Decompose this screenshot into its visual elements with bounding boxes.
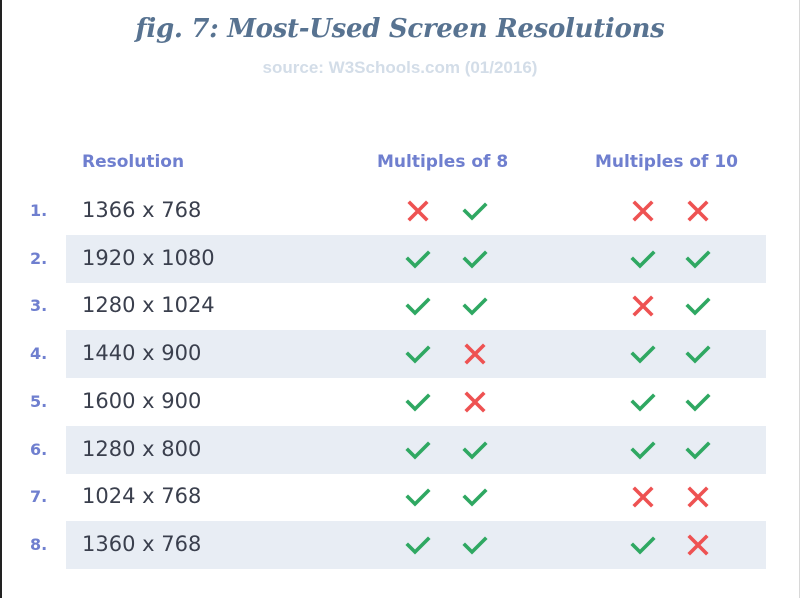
cross-icon <box>630 199 656 223</box>
row-rank: 1. <box>30 201 48 220</box>
check-icon <box>685 342 711 366</box>
check-icon <box>462 485 488 509</box>
figure-source: source: W3Schools.com (01/2016) <box>262 58 538 77</box>
check-icon <box>630 438 656 462</box>
column-header-multiples-of-8: Multiples of 8 <box>377 152 509 172</box>
row-resolution: 1280 x 1024 <box>82 293 215 318</box>
row-rank: 6. <box>30 439 48 459</box>
check-icon <box>630 390 656 414</box>
row-resolution: 1440 x 900 <box>82 341 202 366</box>
check-icon <box>462 199 488 223</box>
table-row: 8. 1360 x 768 <box>0 520 766 569</box>
check-icon <box>462 247 488 271</box>
check-icon <box>462 294 488 318</box>
row-resolution: 1920 x 1080 <box>82 245 215 270</box>
row-resolution: 1366 x 768 <box>82 198 202 222</box>
row-resolution: 1600 x 900 <box>82 388 202 413</box>
row-resolution: 1360 x 768 <box>82 531 202 556</box>
table-row: 7. 1024 x 768 <box>0 473 766 521</box>
check-icon <box>462 438 488 462</box>
cross-icon <box>685 533 711 557</box>
table-row: 4. 1440 x 900 <box>0 330 766 379</box>
row-resolution: 1280 x 800 <box>82 436 202 461</box>
table-row: 1. 1366 x 768 <box>0 187 766 235</box>
table-row: 5. 1600 x 900 <box>0 378 766 426</box>
row-rank: 3. <box>30 296 48 316</box>
check-icon <box>405 485 431 509</box>
check-icon <box>405 294 431 318</box>
check-icon <box>405 438 431 462</box>
check-icon <box>685 390 711 414</box>
column-header-multiples-of-10: Multiples of 10 <box>595 152 739 172</box>
cross-icon <box>685 485 711 509</box>
cross-icon <box>630 294 656 318</box>
check-icon <box>685 247 711 271</box>
table-row: 2. 1920 x 1080 <box>0 234 766 283</box>
table-row: 6. 1280 x 800 <box>0 425 766 474</box>
row-rank: 7. <box>30 487 48 507</box>
row-rank: 2. <box>30 248 48 268</box>
check-icon <box>630 342 656 366</box>
cross-icon <box>405 199 431 223</box>
check-icon <box>405 247 431 271</box>
cross-icon <box>462 342 488 366</box>
check-icon <box>405 533 431 557</box>
cross-icon <box>462 390 488 414</box>
column-header-resolution: Resolution <box>82 152 185 172</box>
row-rank: 8. <box>30 534 48 554</box>
check-icon <box>405 390 431 414</box>
check-icon <box>405 342 431 366</box>
check-icon <box>630 533 656 557</box>
cross-icon <box>630 485 656 509</box>
check-icon <box>462 533 488 557</box>
figure-title: fig. 7: Most-Used Screen Resolutions <box>135 14 665 44</box>
check-icon <box>630 247 656 271</box>
check-icon <box>685 438 711 462</box>
row-rank: 5. <box>30 391 48 411</box>
table-row: 3. 1280 x 1024 <box>0 282 766 330</box>
row-rank: 4. <box>30 344 48 364</box>
check-icon <box>685 294 711 318</box>
row-resolution: 1024 x 768 <box>82 484 202 509</box>
cross-icon <box>685 199 711 223</box>
